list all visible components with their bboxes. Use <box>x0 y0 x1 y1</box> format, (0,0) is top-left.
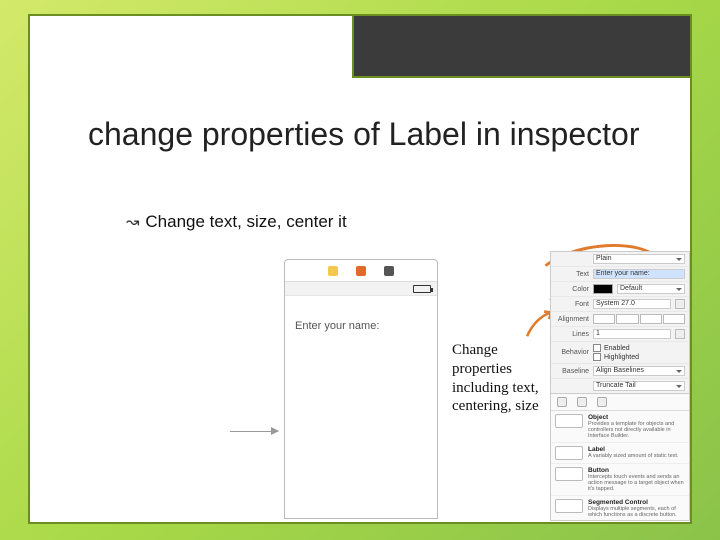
align-right-button[interactable] <box>640 314 662 324</box>
arrow-right-icon <box>230 431 278 432</box>
phone-toolbar <box>285 260 437 282</box>
baseline-select[interactable]: Align Baselines <box>593 366 685 376</box>
ruler-icon <box>384 266 394 276</box>
font-stepper[interactable] <box>675 299 685 309</box>
inspector-row-font: Font System 27.0 <box>551 297 689 312</box>
highlighted-label: Highlighted <box>604 354 639 361</box>
field-label: Font <box>555 301 589 308</box>
field-label: Color <box>555 286 589 293</box>
library-item-desc: Displays multiple segments, each of whic… <box>588 506 685 518</box>
enabled-label: Enabled <box>604 345 630 352</box>
inspector-row-lines: Lines 1 <box>551 327 689 342</box>
alignment-segmented[interactable] <box>593 314 685 324</box>
library-toolbar <box>551 394 689 411</box>
object-library: ObjectProvides a template for objects an… <box>550 393 690 521</box>
slide-title: change properties of Label in inspector <box>88 116 648 153</box>
annotation-text: Change properties including text, center… <box>452 341 550 416</box>
library-thumb <box>555 414 583 428</box>
library-list: ObjectProvides a template for objects an… <box>551 411 689 521</box>
align-justify-button[interactable] <box>663 314 685 324</box>
library-grid-icon[interactable] <box>597 397 607 407</box>
inspector-row-color: Color Default <box>551 282 689 297</box>
phone-statusbar <box>285 282 437 296</box>
library-objects-icon[interactable] <box>557 397 567 407</box>
field-label: Alignment <box>555 316 589 323</box>
library-item-desc: A variably sized amount of static text. <box>588 453 685 459</box>
library-item-desc: Intercepts touch events and sends an act… <box>588 474 685 492</box>
shield-icon <box>356 266 366 276</box>
phone-canvas: Enter your name: <box>285 296 437 332</box>
align-left-button[interactable] <box>593 314 615 324</box>
title-decor-box <box>352 14 692 78</box>
inspector-row-text: Text Enter your name: <box>551 267 689 282</box>
bullet-icon: ↝ <box>126 212 139 232</box>
inspector-row-linebreak: Truncate Tail <box>551 379 689 394</box>
library-thumb <box>555 499 583 513</box>
field-label: Text <box>555 271 589 278</box>
lines-stepper[interactable] <box>675 329 685 339</box>
library-item-name: Button <box>588 467 685 474</box>
bullet-item: ↝ Change text, size, center it <box>126 212 347 232</box>
canvas-label: Enter your name: <box>295 320 427 332</box>
inspector-row-baseline: Baseline Align Baselines <box>551 364 689 379</box>
library-item[interactable]: ButtonIntercepts touch events and sends … <box>551 464 689 496</box>
enabled-checkbox[interactable] <box>593 344 601 352</box>
library-item-name: Label <box>588 446 685 453</box>
library-item-desc: Provides a template for objects and cont… <box>588 421 685 439</box>
color-select[interactable]: Default <box>617 284 685 294</box>
library-media-icon[interactable] <box>577 397 587 407</box>
inspector-row-alignment: Alignment <box>551 312 689 327</box>
phone-mock: Enter your name: <box>284 259 438 519</box>
library-item[interactable]: LabelA variably sized amount of static t… <box>551 443 689 464</box>
warning-icon <box>328 266 338 276</box>
figure-area: Enter your name: Change properties inclu… <box>220 251 690 521</box>
style-select[interactable]: Plain <box>593 254 685 264</box>
field-label: Lines <box>555 331 589 338</box>
inspector-row-style: Plain <box>551 252 689 267</box>
highlighted-checkbox[interactable] <box>593 353 601 361</box>
field-label: Behavior <box>555 349 589 356</box>
bullet-text: Change text, size, center it <box>145 212 346 232</box>
battery-icon <box>413 285 431 293</box>
lines-input[interactable]: 1 <box>593 329 671 339</box>
field-label: Baseline <box>555 368 589 375</box>
library-thumb <box>555 446 583 460</box>
inspector-row-behavior: Behavior Enabled Highlighted <box>551 342 689 364</box>
library-item-name: Object <box>588 414 685 421</box>
library-thumb <box>555 467 583 481</box>
text-input[interactable]: Enter your name: <box>593 269 685 279</box>
font-input[interactable]: System 27.0 <box>593 299 671 309</box>
linebreak-select[interactable]: Truncate Tail <box>593 381 685 391</box>
library-item[interactable]: ObjectProvides a template for objects an… <box>551 411 689 443</box>
library-item[interactable]: Segmented ControlDisplays multiple segme… <box>551 496 689 521</box>
slide-card: change properties of Label in inspector … <box>28 14 692 524</box>
color-swatch[interactable] <box>593 284 613 294</box>
align-center-button[interactable] <box>616 314 638 324</box>
library-item-name: Segmented Control <box>588 499 685 506</box>
